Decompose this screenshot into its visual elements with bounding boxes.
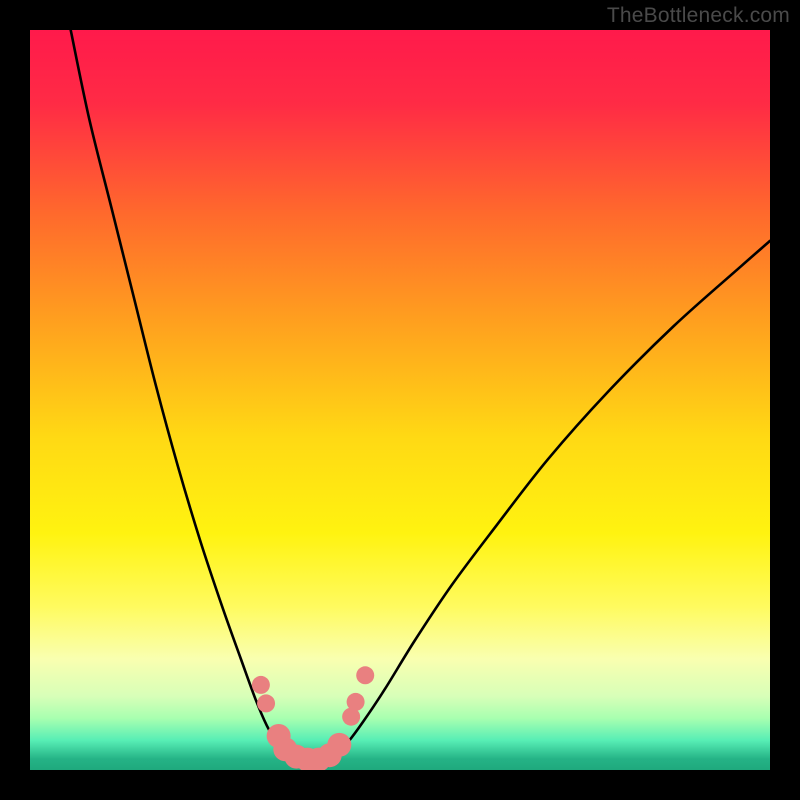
- plot-area: [30, 30, 770, 770]
- watermark-text: TheBottleneck.com: [607, 4, 790, 28]
- data-point: [257, 694, 275, 712]
- outer-frame: TheBottleneck.com: [0, 0, 800, 800]
- data-point: [252, 676, 270, 694]
- gradient-background: [30, 30, 770, 770]
- data-point: [327, 733, 351, 757]
- chart-canvas: [30, 30, 770, 770]
- data-point: [347, 693, 365, 711]
- data-point: [356, 666, 374, 684]
